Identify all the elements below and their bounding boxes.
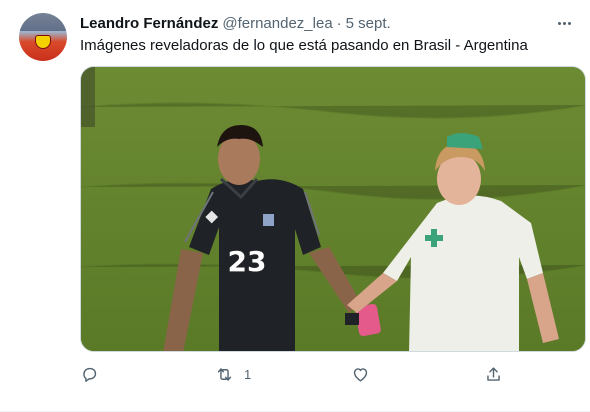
more-icon[interactable] bbox=[554, 13, 574, 33]
retweet-icon bbox=[217, 367, 232, 381]
like-button[interactable] bbox=[351, 362, 380, 386]
reply-icon bbox=[83, 367, 97, 382]
share-icon bbox=[487, 366, 500, 381]
avatar[interactable] bbox=[19, 13, 67, 61]
tweet-card[interactable]: Leandro Fernández @fernandez_lea · 5 sep… bbox=[0, 0, 590, 412]
like-icon bbox=[353, 367, 368, 382]
tweet-media-image[interactable]: 23 bbox=[80, 66, 586, 352]
author-name[interactable]: Leandro Fernández bbox=[80, 15, 218, 32]
retweet-button[interactable]: 1 bbox=[215, 362, 251, 386]
jersey-number: 23 bbox=[228, 245, 267, 278]
share-button[interactable] bbox=[484, 362, 503, 386]
football-photo: 23 bbox=[81, 67, 585, 351]
reply-button[interactable] bbox=[80, 362, 109, 386]
author-handle[interactable]: @fernandez_lea bbox=[222, 15, 332, 32]
retweet-count: 1 bbox=[244, 366, 252, 382]
separator: · bbox=[336, 14, 342, 32]
tweet-actions: 1 bbox=[80, 362, 520, 386]
tweet-header: Leandro Fernández @fernandez_lea · 5 sep… bbox=[80, 13, 391, 33]
tweet-text: Imágenes reveladoras de lo que está pasa… bbox=[80, 37, 528, 54]
avatar-background bbox=[19, 13, 67, 31]
avatar-badge bbox=[35, 35, 51, 49]
tweet-date[interactable]: 5 sept. bbox=[346, 15, 391, 32]
